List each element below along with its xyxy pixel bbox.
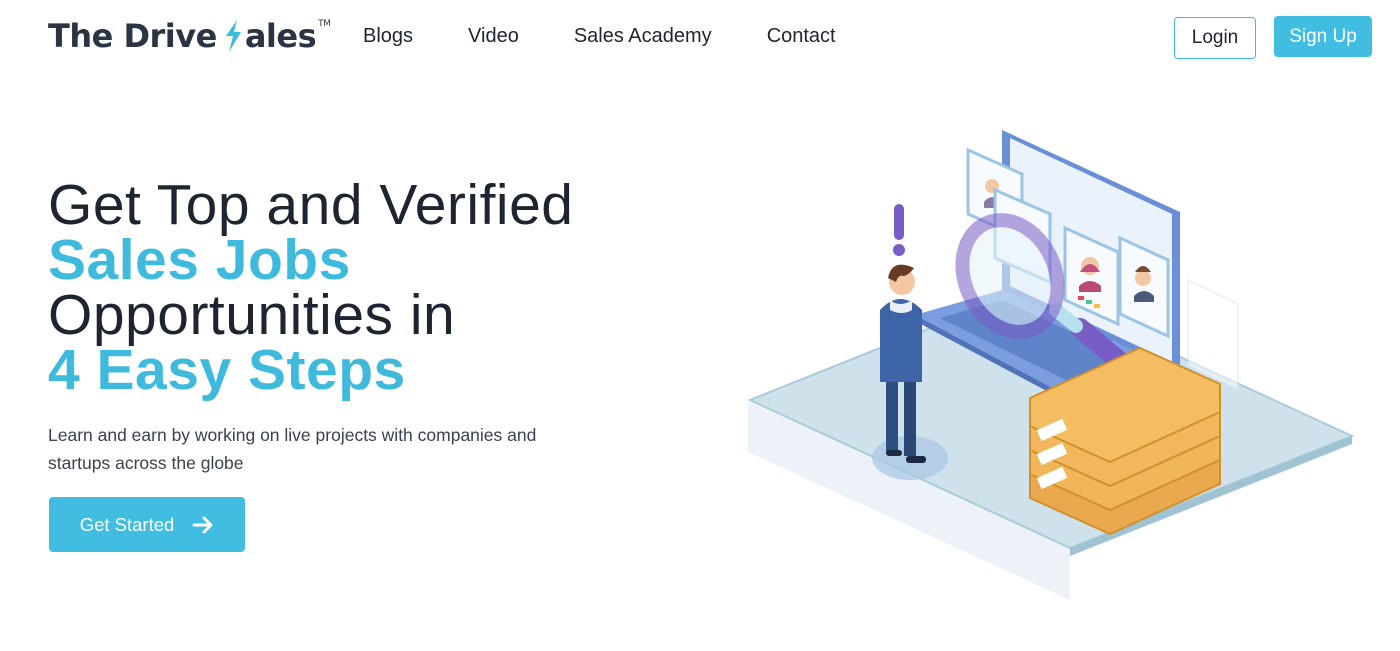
brand-logo[interactable]: The Drive ales TM (48, 16, 331, 56)
main-nav: Blogs Video Sales Academy Contact (363, 22, 891, 50)
hero-illustration (747, 130, 1355, 600)
get-started-label: Get Started (79, 513, 175, 535)
hero-title-line-4: 4 Easy Steps (48, 338, 406, 402)
site-header: The Drive ales TM Blogs Video Sales Acad… (0, 0, 1400, 76)
nav-link-sales-academy[interactable]: Sales Academy (574, 22, 712, 50)
hero-title-line-1: Get Top and Verified (48, 173, 574, 237)
arrow-right-icon (192, 516, 213, 533)
brand-name-part2: ales (244, 17, 317, 55)
hero-title-line-2: Sales Jobs (48, 228, 351, 292)
signup-button[interactable]: Sign Up (1274, 16, 1372, 57)
get-started-button[interactable]: Get Started (49, 497, 245, 552)
nav-link-blogs[interactable]: Blogs (363, 22, 413, 50)
login-button[interactable]: Login (1174, 17, 1256, 59)
lightning-bolt-icon (225, 20, 241, 52)
nav-link-contact[interactable]: Contact (767, 22, 836, 50)
brand-name-part1: The Drive (48, 17, 217, 55)
hero-title: Get Top and Verified Sales Jobs Opportun… (48, 173, 574, 402)
trademark-mark: TM (318, 19, 331, 29)
nav-link-video[interactable]: Video (468, 22, 519, 50)
hero-title-line-3: Opportunities in (48, 283, 456, 347)
hero-subtitle: Learn and earn by working on live projec… (48, 425, 537, 473)
